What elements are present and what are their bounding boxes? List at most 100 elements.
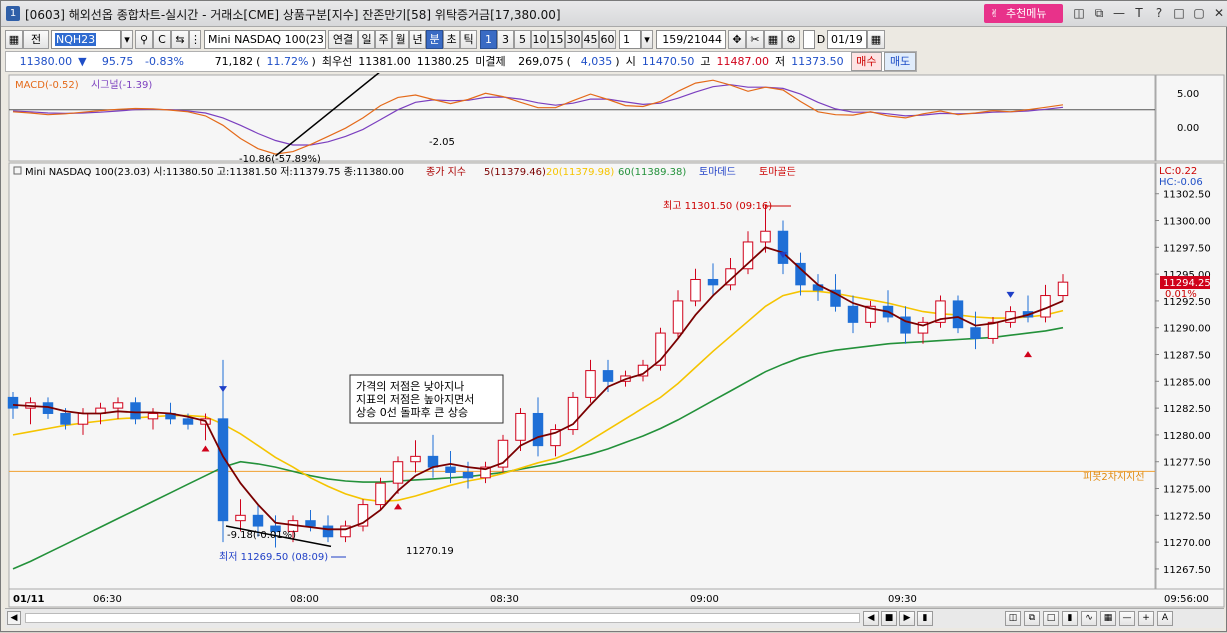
grid-icon[interactable]: ▦ bbox=[5, 30, 23, 49]
interval-button-7[interactable]: 60 bbox=[599, 30, 616, 49]
count-field[interactable]: 1 bbox=[619, 30, 641, 49]
period-button-4[interactable]: 년 bbox=[409, 30, 426, 49]
view-copy-icon[interactable]: ⧉ bbox=[1024, 611, 1040, 626]
price-tick-label-7: 11285.00 bbox=[1163, 377, 1211, 388]
change-value: 95.75 bbox=[101, 55, 134, 68]
options-icon[interactable]: ⋮ bbox=[189, 30, 201, 49]
candle-body bbox=[77, 412, 89, 425]
count-dropdown-icon[interactable]: ▾ bbox=[641, 30, 653, 49]
low-right-label: 11270.19 bbox=[406, 546, 454, 557]
view-line-icon[interactable]: ∿ bbox=[1081, 611, 1097, 626]
minimize-icon[interactable]: — bbox=[1111, 5, 1127, 21]
chart-scrollbar[interactable]: ◀ ◀ ■ ▶ ▮ ◫ ⧉ □ ▮ ∿ ▦ — + A bbox=[5, 608, 1224, 628]
ma5-legend: 5(11379.46) bbox=[484, 167, 546, 178]
interval-button-2[interactable]: 5 bbox=[514, 30, 531, 49]
date-field[interactable]: 01/19 bbox=[827, 30, 867, 49]
text-tool-icon[interactable]: A bbox=[1157, 611, 1173, 626]
split-icon[interactable]: ◫ bbox=[1071, 5, 1087, 21]
scissors-icon[interactable]: ✂ bbox=[746, 30, 764, 49]
sell-button[interactable]: 매도 bbox=[884, 52, 916, 71]
save-icon[interactable]: ▦ bbox=[764, 30, 782, 49]
zoom-out-icon[interactable]: — bbox=[1119, 611, 1135, 626]
maximize-icon[interactable]: ▢ bbox=[1191, 5, 1207, 21]
candle-body bbox=[1057, 281, 1069, 297]
code-input[interactable]: NQH23 bbox=[51, 30, 121, 49]
buy-button[interactable]: 매수 bbox=[850, 52, 883, 71]
price-tick-label-0: 11302.50 bbox=[1163, 190, 1211, 201]
all-button[interactable]: 전 bbox=[23, 30, 49, 49]
period-button-7[interactable]: 틱 bbox=[460, 30, 477, 49]
chart-area[interactable]: 11302.5011300.0011297.5011295.0011292.50… bbox=[1, 73, 1227, 633]
close-icon[interactable]: ✕ bbox=[1211, 5, 1227, 21]
high-note: 최고 11301.50 (09:16) bbox=[663, 200, 772, 212]
high-label: 고 bbox=[700, 55, 711, 68]
restore-icon[interactable]: □ bbox=[1171, 5, 1187, 21]
period-button-3[interactable]: 월 bbox=[392, 30, 409, 49]
interval-button-3[interactable]: 10 bbox=[531, 30, 548, 49]
help-icon[interactable]: ? bbox=[1151, 5, 1167, 21]
candle-body bbox=[60, 412, 71, 425]
play-icon[interactable]: ▶ bbox=[899, 611, 915, 626]
interval-button-5[interactable]: 30 bbox=[565, 30, 582, 49]
candle-body bbox=[7, 396, 19, 409]
period-button-2[interactable]: 주 bbox=[375, 30, 392, 49]
price-tick-label-2: 11297.50 bbox=[1163, 243, 1211, 254]
quote-bar: 11380.00 ▼ 95.75 -0.83% 71,182 ( 11.72% … bbox=[5, 51, 917, 72]
price-legend: Mini NASDAQ 100(23.03) 시:11380.50 고:1138… bbox=[25, 166, 404, 178]
play-back-icon[interactable]: ◀ bbox=[863, 611, 879, 626]
calendar-icon[interactable]: ▦ bbox=[867, 30, 885, 49]
step-icon[interactable]: ▮ bbox=[917, 611, 933, 626]
window-title: [0603] 해외선옵 종합차트-실시간 - 거래소[CME] 상품구분[지수]… bbox=[25, 8, 561, 22]
scroll-left-icon[interactable]: ◀ bbox=[7, 611, 21, 625]
price-tick-label-13: 11270.00 bbox=[1163, 538, 1211, 549]
open-interest-label: 미결제 bbox=[475, 55, 506, 68]
zoom-in-icon[interactable]: + bbox=[1138, 611, 1154, 626]
font-icon[interactable]: T bbox=[1131, 5, 1147, 21]
view-split-icon[interactable]: ◫ bbox=[1005, 611, 1021, 626]
time-tick-0800: 08:00 bbox=[290, 594, 319, 605]
price-tick-label-8: 11282.50 bbox=[1163, 404, 1211, 415]
period-button-1[interactable]: 일 bbox=[358, 30, 375, 49]
view-candle-icon[interactable]: ▮ bbox=[1062, 611, 1078, 626]
change-pct: -0.83% bbox=[145, 55, 184, 68]
interval-button-4[interactable]: 15 bbox=[548, 30, 565, 49]
period-button-0[interactable]: 연결 bbox=[328, 30, 358, 49]
price-tick-label-5: 11290.00 bbox=[1163, 324, 1211, 335]
code-dropdown-icon[interactable]: ▾ bbox=[121, 30, 133, 49]
interval-button-0[interactable]: 1 bbox=[480, 30, 497, 49]
candle-body bbox=[672, 300, 684, 334]
annotation-line-3: 상승 0선 돌파후 큰 상승 bbox=[356, 406, 468, 419]
open-value: 11470.50 bbox=[641, 55, 695, 68]
interval-button-6[interactable]: 45 bbox=[582, 30, 599, 49]
candle-body bbox=[970, 327, 981, 339]
currency-icon[interactable]: C bbox=[153, 30, 171, 49]
candle-body bbox=[305, 520, 316, 527]
date-checkbox[interactable] bbox=[803, 30, 815, 49]
settings-icon[interactable]: ⚙ bbox=[782, 30, 800, 49]
hc-label: HC:-0.06 bbox=[1159, 177, 1203, 188]
price-tick-label-11: 11275.00 bbox=[1163, 485, 1211, 496]
low-value: 11373.50 bbox=[791, 55, 844, 68]
macd-legend: MACD(-0.52) bbox=[15, 80, 79, 91]
copy-icon[interactable]: ⧉ bbox=[1091, 5, 1107, 21]
transfer-icon[interactable]: ⇆ bbox=[171, 30, 189, 49]
time-date-label: 01/11 bbox=[13, 594, 45, 605]
search-icon[interactable]: ⚲ bbox=[135, 30, 153, 49]
bid-label: 최우선 bbox=[321, 55, 353, 68]
view-screen-icon[interactable]: □ bbox=[1043, 611, 1059, 626]
d-label: D bbox=[816, 33, 826, 46]
period-button-5[interactable]: 분 bbox=[426, 30, 443, 49]
volume-ratio: 11.72% bbox=[266, 55, 309, 68]
interval-button-1[interactable]: 3 bbox=[497, 30, 514, 49]
view-compare-icon[interactable]: ▦ bbox=[1100, 611, 1116, 626]
ask-value: 11380.25 bbox=[416, 55, 470, 68]
scroll-track[interactable] bbox=[25, 613, 860, 623]
stop-icon[interactable]: ■ bbox=[881, 611, 897, 626]
recommend-menu-button[interactable]: ✌ 추천메뉴 bbox=[984, 4, 1063, 23]
period-button-6[interactable]: 초 bbox=[443, 30, 460, 49]
pivot-label: 피봇2차지지선 bbox=[1083, 471, 1145, 483]
price-tick-label-14: 11267.50 bbox=[1163, 565, 1211, 576]
time-tick-0630: 06:30 bbox=[93, 594, 122, 605]
zoom-icon[interactable]: ✥ bbox=[728, 30, 746, 49]
range-field[interactable]: 159/21044 bbox=[656, 30, 726, 49]
